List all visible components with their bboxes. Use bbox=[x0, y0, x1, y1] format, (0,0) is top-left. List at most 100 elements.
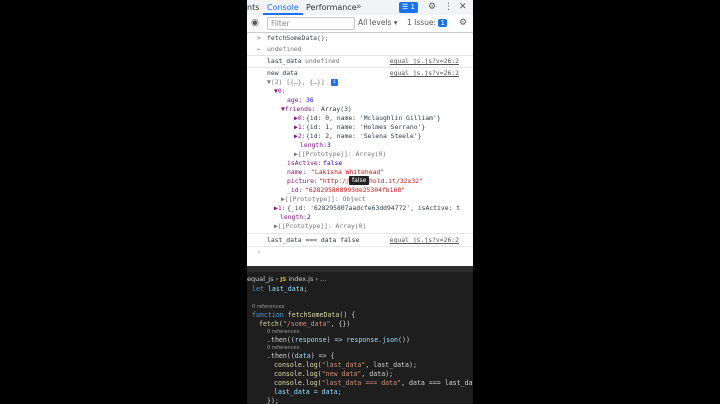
tab-console[interactable]: Console bbox=[263, 0, 303, 15]
code-line[interactable]: .then((data) => { bbox=[267, 352, 335, 361]
code-token: last_data; bbox=[267, 285, 308, 293]
issues-link[interactable]: 1 Issue: 1 bbox=[407, 18, 447, 29]
editor-tab-strip bbox=[247, 266, 473, 272]
filter-input[interactable] bbox=[267, 17, 355, 30]
tree-node: length: 3 bbox=[247, 141, 473, 150]
input-chevron-icon: > bbox=[257, 34, 261, 42]
codelens-references[interactable]: 0 references bbox=[267, 329, 299, 335]
log-value: undefined bbox=[305, 57, 340, 65]
code-token: ()) bbox=[398, 336, 410, 344]
close-icon[interactable]: ✕ bbox=[459, 0, 467, 15]
log-label: last_data bbox=[267, 57, 302, 65]
tab-performance[interactable]: Performance bbox=[302, 0, 361, 15]
code-line[interactable]: console.log("last_data", last_data); bbox=[274, 361, 417, 370]
tree-value: {id: 0, name: 'Mclaughlin Gilliam'} bbox=[306, 114, 441, 122]
tab-elements[interactable]: nts bbox=[247, 0, 263, 15]
code-token: last_data = data; bbox=[274, 388, 342, 396]
log-entry: last_data === data false equal_js.js?v=26… bbox=[247, 236, 473, 245]
issues-badge[interactable]: ☰ 1 bbox=[399, 2, 418, 13]
tree-value: 36 bbox=[306, 96, 314, 104]
tree-key: picture: bbox=[287, 177, 318, 185]
tree-key: ▶1: bbox=[294, 123, 306, 131]
code-token: "last_data === data" bbox=[321, 379, 402, 387]
tree-value: "628295808993de25304fb168" bbox=[305, 186, 406, 194]
code-token: , {}) bbox=[330, 320, 351, 328]
tree-node[interactable]: ▶1: {id: 1, name: 'Holmes Serrano'} bbox=[247, 123, 473, 132]
tree-node[interactable]: ▶[[Prototype]]: Object bbox=[247, 195, 473, 204]
console-prompt[interactable]: › bbox=[247, 248, 473, 257]
tree-key: length: bbox=[280, 213, 307, 221]
tree-prototype: ▶[[Prototype]]: Array(0) bbox=[294, 150, 387, 158]
tree-key: age: bbox=[287, 96, 303, 104]
tree-key: ▼0: bbox=[274, 87, 286, 95]
code-token: fetchSomeData bbox=[287, 311, 340, 319]
tree-node: length: 2 bbox=[247, 213, 473, 222]
tree-node[interactable]: ▼friends: Array(3) bbox=[247, 105, 473, 114]
tree-key: ▶1: bbox=[274, 204, 286, 212]
log-source-link[interactable]: equal_js.js?v=26:2 bbox=[390, 57, 459, 66]
log-source-link[interactable]: equal_js.js?v=26:2 bbox=[390, 69, 459, 78]
array-summary-text: ▼(2) [{…}, {…}] bbox=[267, 78, 325, 86]
console-settings-icon[interactable]: ⚙ bbox=[459, 16, 467, 31]
code-token: "last_data" bbox=[321, 361, 366, 369]
code-line[interactable]: fetch("/some_data", {}) bbox=[259, 320, 350, 329]
eye-icon[interactable]: ◉ bbox=[251, 16, 259, 31]
array-summary[interactable]: ▼(2) [{…}, {…}] i bbox=[247, 78, 473, 87]
code-line[interactable]: last_data = data; bbox=[274, 388, 342, 397]
code-line[interactable]: }); bbox=[267, 397, 279, 404]
log-label: last_data === data false bbox=[267, 236, 360, 244]
tree-node[interactable]: ▶[[Prototype]]: Array(0) bbox=[247, 150, 473, 159]
more-tabs-icon[interactable]: » bbox=[356, 0, 362, 15]
code-token: () { bbox=[339, 311, 356, 319]
code-line[interactable]: .then((response) => response.json()) bbox=[267, 336, 410, 345]
codelens-references[interactable]: 0 references bbox=[252, 304, 284, 310]
return-arrow-icon: ← bbox=[257, 45, 261, 53]
code-token: data bbox=[294, 352, 311, 360]
code-token: fetch bbox=[259, 320, 279, 328]
code-line[interactable]: function fetchSomeData() { bbox=[252, 311, 355, 320]
code-token: .then(( bbox=[267, 352, 295, 360]
code-token: "/some_data" bbox=[282, 320, 331, 328]
tree-value: 3 bbox=[327, 141, 331, 149]
code-line[interactable]: console.log("last_data === data", data =… bbox=[274, 379, 473, 388]
console-input-text: fetchSomeData(); bbox=[267, 34, 329, 42]
kebab-menu-icon[interactable]: ⋮ bbox=[444, 0, 453, 15]
tree-node: isActive: false bbox=[247, 159, 473, 168]
log-label: new data bbox=[267, 69, 298, 77]
codelens-references[interactable]: 0 references bbox=[267, 345, 299, 351]
tree-node[interactable]: ▶[[Prototype]]: Array(0) bbox=[247, 222, 473, 231]
issues-count: 1 bbox=[410, 3, 415, 11]
log-source-link[interactable]: equal_js.js?v=26:2 bbox=[390, 236, 459, 245]
tree-node: age: 36 bbox=[247, 96, 473, 105]
log-levels-dropdown[interactable]: All levels ▾ bbox=[358, 18, 398, 27]
breadcrumb-folder[interactable]: equal_js bbox=[247, 275, 273, 283]
tree-node[interactable]: ▶1: {_id: '628295807aadcfe63dd94772', isA… bbox=[247, 204, 473, 213]
prompt-chevron-icon: › bbox=[257, 248, 261, 256]
tree-value: "Lakisha Whitehead" bbox=[311, 168, 385, 176]
tree-key: length: bbox=[300, 141, 327, 149]
tree-node[interactable]: ▼0: bbox=[247, 87, 473, 96]
tree-value: "http://placehold.it/32x32" bbox=[319, 177, 423, 185]
issues-filter-badge: 1 bbox=[438, 19, 447, 27]
log-entry: new data equal_js.js?v=26:2 bbox=[247, 69, 473, 78]
hover-tooltip: false bbox=[349, 176, 370, 185]
breadcrumb-file[interactable]: index.js › ... bbox=[288, 275, 326, 283]
tree-value: {id: 2, name: 'Selena Steele'} bbox=[306, 132, 422, 140]
log-entry: last_data undefined equal_js.js?v=26:2 bbox=[247, 57, 473, 66]
tree-value: {_id: '628295807aadcfe63dd94772', isActi… bbox=[287, 204, 461, 212]
tree-node[interactable]: ▶2: {id: 2, name: 'Selena Steele'} bbox=[247, 132, 473, 141]
js-file-icon: JS bbox=[280, 277, 287, 283]
tree-key: _id: bbox=[287, 186, 303, 194]
code-line[interactable]: console.log("new data", data); bbox=[274, 370, 393, 379]
code-token: function bbox=[252, 311, 284, 319]
code-line[interactable]: let last_data; bbox=[252, 285, 308, 294]
info-icon[interactable]: i bbox=[331, 79, 338, 86]
code-token: ) => bbox=[326, 336, 347, 344]
tree-prototype: ▶[[Prototype]]: Object bbox=[281, 195, 366, 203]
tree-value: Array(3) bbox=[321, 105, 352, 113]
tree-value: {id: 1, name: 'Holmes Serrano'} bbox=[306, 123, 426, 131]
tree-key: isActive: bbox=[287, 159, 322, 167]
console-return-line: ← undefined bbox=[247, 45, 473, 54]
gear-icon[interactable]: ⚙ bbox=[428, 0, 436, 15]
tree-node[interactable]: ▶0: {id: 0, name: 'Mclaughlin Gilliam'} bbox=[247, 114, 473, 123]
